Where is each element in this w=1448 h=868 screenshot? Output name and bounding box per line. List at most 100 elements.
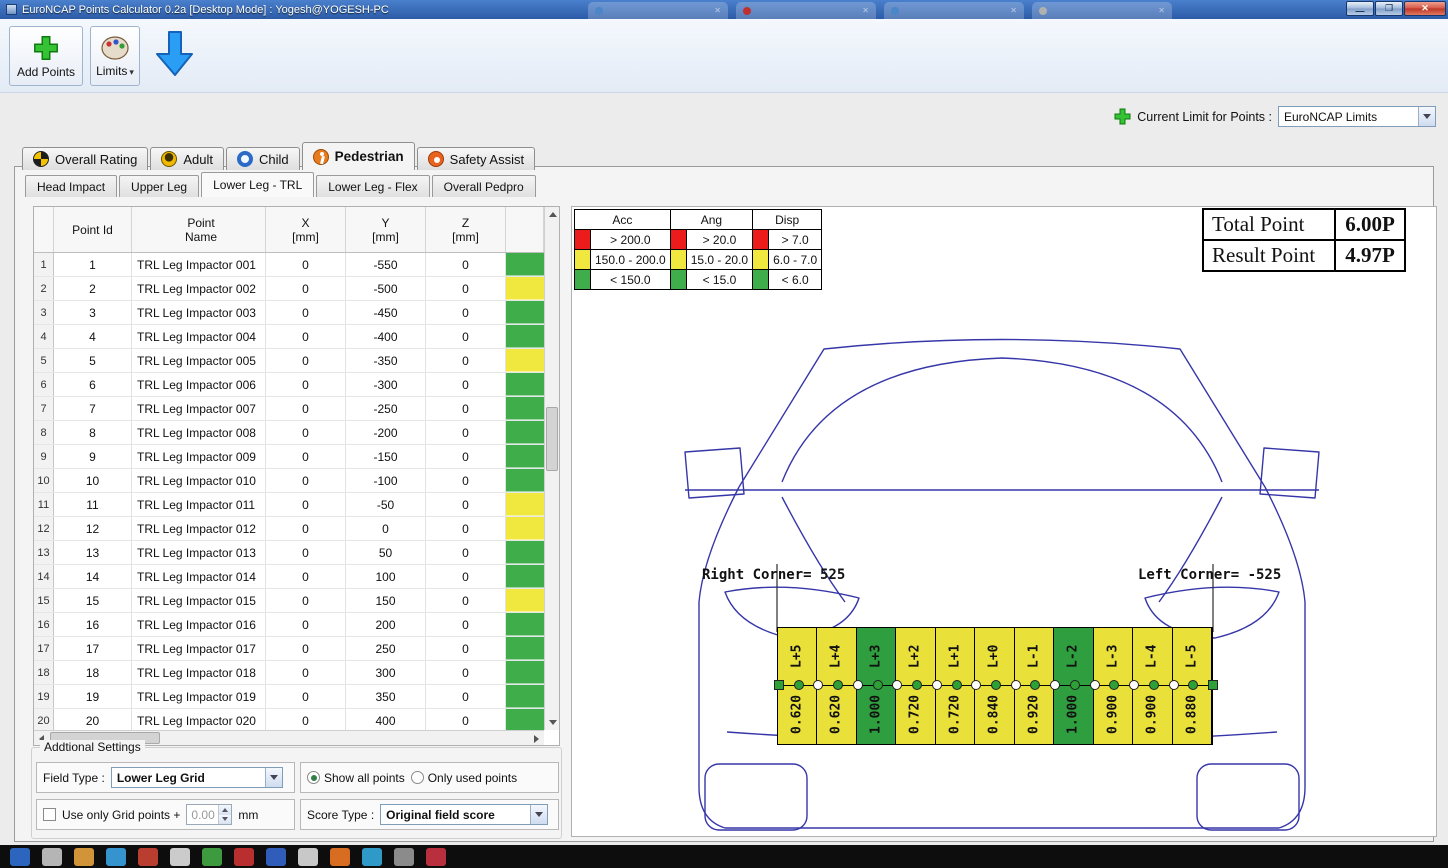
table-row[interactable]: 2 2 TRL Leg Impactor 002 0 -500 0 <box>34 277 544 301</box>
scroll-up-icon[interactable] <box>545 207 559 222</box>
column-header-y[interactable]: Y [mm] <box>346 207 426 252</box>
taskbar-icon[interactable] <box>330 848 350 866</box>
vertical-scroll-thumb[interactable] <box>546 407 558 471</box>
titlebar-tab[interactable] <box>736 2 876 19</box>
palette-icon <box>101 35 129 60</box>
taskbar-icon[interactable] <box>138 848 158 866</box>
sub-tab-overall-pedpro[interactable]: Overall Pedpro <box>431 175 536 197</box>
titlebar-tab[interactable] <box>588 2 728 19</box>
taskbar-icon[interactable] <box>202 848 222 866</box>
table-row[interactable]: 4 4 TRL Leg Impactor 004 0 -400 0 <box>34 325 544 349</box>
sub-tab-lower-leg-flex[interactable]: Lower Leg - Flex <box>316 175 430 197</box>
table-row[interactable]: 15 15 TRL Leg Impactor 015 0 150 0 <box>34 589 544 613</box>
table-row[interactable]: 17 17 TRL Leg Impactor 017 0 250 0 <box>34 637 544 661</box>
cell-x: 0 <box>266 373 346 396</box>
current-limit-row: Current Limit for Points : EuroNCAP Limi… <box>1114 106 1436 127</box>
table-row[interactable]: 3 3 TRL Leg Impactor 003 0 -450 0 <box>34 301 544 325</box>
main-tab-safety-assist[interactable]: Safety Assist <box>416 147 536 170</box>
main-tab-child[interactable]: Child <box>226 147 300 170</box>
cell-point-name: TRL Leg Impactor 003 <box>132 301 266 324</box>
table-row[interactable]: 1 1 TRL Leg Impactor 001 0 -550 0 <box>34 253 544 277</box>
titlebar-tabs <box>588 2 1172 19</box>
column-header-z[interactable]: Z [mm] <box>426 207 506 252</box>
radio-only-used-points[interactable]: Only used points <box>410 771 517 785</box>
titlebar-tab[interactable] <box>1032 2 1172 19</box>
sub-tab-lower-leg-trl[interactable]: Lower Leg - TRL <box>201 172 315 197</box>
titlebar[interactable]: EuroNCAP Points Calculator 0.2a [Desktop… <box>0 0 1448 19</box>
taskbar-icon[interactable] <box>234 848 254 866</box>
field-type-dropdown[interactable]: Lower Leg Grid <box>110 767 283 788</box>
row-number: 1 <box>34 253 54 276</box>
taskbar-icon[interactable] <box>170 848 190 866</box>
scroll-right-icon[interactable] <box>529 731 544 745</box>
table-row[interactable]: 14 14 TRL Leg Impactor 014 0 100 0 <box>34 565 544 589</box>
points-table-body: 1 1 TRL Leg Impactor 001 0 -550 0 2 2 TRL Leg Im… <box>34 253 559 733</box>
cell-y: 100 <box>346 565 426 588</box>
status-cell <box>506 469 544 492</box>
grid-points-spinner[interactable]: 0.00 <box>186 804 233 825</box>
column-header-point-name[interactable]: Point Name <box>132 207 266 252</box>
status-cell <box>506 325 544 348</box>
cell-z: 0 <box>426 685 506 708</box>
table-row[interactable]: 19 19 TRL Leg Impactor 019 0 350 0 <box>34 685 544 709</box>
chevron-down-icon[interactable] <box>264 768 282 787</box>
grid-cell-label: L-5 <box>1184 644 1200 668</box>
table-row[interactable]: 7 7 TRL Leg Impactor 007 0 -250 0 <box>34 397 544 421</box>
cell-point-name: TRL Leg Impactor 005 <box>132 349 266 372</box>
chevron-down-icon[interactable] <box>1418 107 1435 126</box>
taskbar-icon[interactable] <box>426 848 446 866</box>
add-points-button[interactable]: Add Points <box>9 26 83 86</box>
table-row[interactable]: 10 10 TRL Leg Impactor 010 0 -100 0 <box>34 469 544 493</box>
table-row[interactable]: 18 18 TRL Leg Impactor 018 0 300 0 <box>34 661 544 685</box>
column-header-point-id[interactable]: Point Id <box>54 207 132 252</box>
main-tab-adult[interactable]: Adult <box>150 147 225 170</box>
table-row[interactable]: 16 16 TRL Leg Impactor 016 0 200 0 <box>34 613 544 637</box>
main-tab-pedestrian[interactable]: Pedestrian <box>301 142 415 170</box>
taskbar-icon[interactable] <box>10 848 30 866</box>
cell-y: 300 <box>346 661 426 684</box>
sub-tab-head-impact[interactable]: Head Impact <box>25 175 118 197</box>
taskbar-icon[interactable] <box>74 848 94 866</box>
taskbar-icon[interactable] <box>362 848 382 866</box>
maximize-button[interactable] <box>1375 1 1403 16</box>
taskbar-icon[interactable] <box>266 848 286 866</box>
grid-points-checkbox[interactable] <box>43 808 56 821</box>
table-row[interactable]: 13 13 TRL Leg Impactor 013 0 50 0 <box>34 541 544 565</box>
cell-z: 0 <box>426 709 506 732</box>
taskbar[interactable] <box>0 845 1448 868</box>
cell-z: 0 <box>426 325 506 348</box>
limit-dropdown[interactable]: EuroNCAP Limits <box>1278 106 1436 127</box>
chevron-down-icon[interactable] <box>530 805 548 824</box>
radio-show-all-points[interactable]: Show all points <box>307 771 405 785</box>
column-header-x[interactable]: X [mm] <box>266 207 346 252</box>
vertical-scrollbar[interactable] <box>544 207 559 730</box>
taskbar-icon[interactable] <box>394 848 414 866</box>
download-arrow-icon[interactable] <box>152 28 198 80</box>
cell-y: -250 <box>346 397 426 420</box>
taskbar-icon[interactable] <box>298 848 318 866</box>
table-row[interactable]: 11 11 TRL Leg Impactor 011 0 -50 0 <box>34 493 544 517</box>
cell-z: 0 <box>426 421 506 444</box>
taskbar-icon[interactable] <box>106 848 126 866</box>
table-row[interactable]: 6 6 TRL Leg Impactor 006 0 -300 0 <box>34 373 544 397</box>
cell-point-name: TRL Leg Impactor 009 <box>132 445 266 468</box>
close-button[interactable] <box>1404 1 1446 16</box>
grid-center-marker <box>793 680 804 690</box>
cell-x: 0 <box>266 325 346 348</box>
titlebar-tab[interactable] <box>884 2 1024 19</box>
spinner-down-icon[interactable] <box>219 814 232 824</box>
table-row[interactable]: 9 9 TRL Leg Impactor 009 0 -150 0 <box>34 445 544 469</box>
scroll-down-icon[interactable] <box>545 715 559 730</box>
spinner-up-icon[interactable] <box>219 805 232 815</box>
limits-button[interactable]: Limits <box>90 26 140 86</box>
cell-point-id: 2 <box>54 277 132 300</box>
minimize-button[interactable] <box>1346 1 1374 16</box>
taskbar-icon[interactable] <box>42 848 62 866</box>
table-row[interactable]: 12 12 TRL Leg Impactor 012 0 0 0 <box>34 517 544 541</box>
sub-tab-upper-leg[interactable]: Upper Leg <box>119 175 200 197</box>
tab-favicon <box>743 6 751 15</box>
score-type-dropdown[interactable]: Original field score <box>380 804 549 825</box>
table-row[interactable]: 5 5 TRL Leg Impactor 005 0 -350 0 <box>34 349 544 373</box>
table-row[interactable]: 8 8 TRL Leg Impactor 008 0 -200 0 <box>34 421 544 445</box>
main-tab-overall-rating[interactable]: Overall Rating <box>22 147 149 170</box>
